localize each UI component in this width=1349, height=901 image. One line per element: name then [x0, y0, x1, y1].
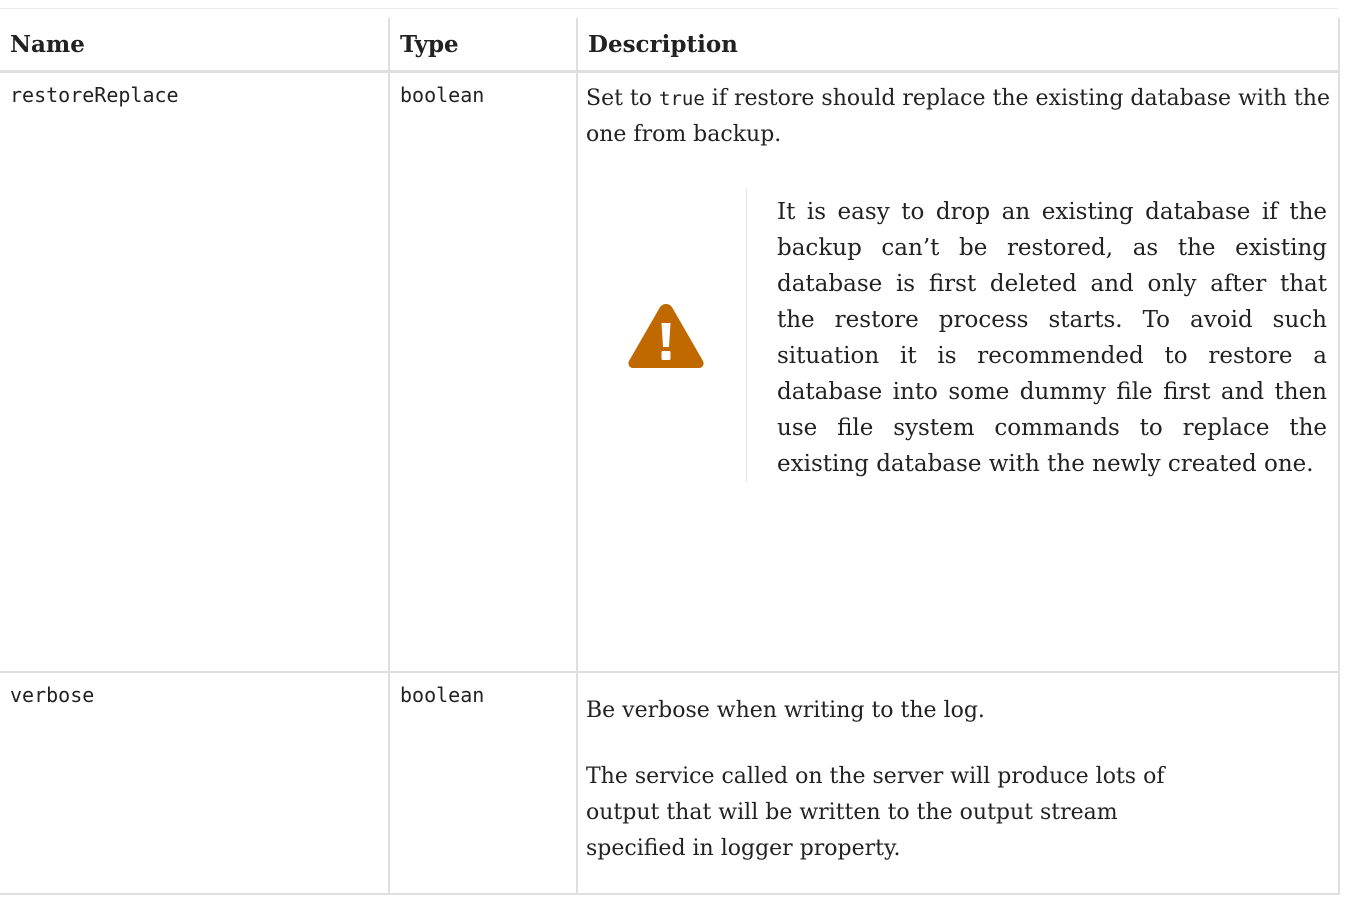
property-type-cell: boolean — [388, 70, 578, 673]
property-name-cell: restoreReplace — [0, 70, 390, 673]
table-row: verbose boolean Be verbose when writing … — [0, 671, 1340, 895]
property-description: Set to true if restore should replace th… — [586, 86, 1330, 147]
table-row: restoreReplace boolean Set to true if re… — [0, 70, 1340, 673]
property-name: restoreReplace — [10, 83, 179, 107]
inline-code: true — [659, 88, 705, 110]
property-description-cell: Be verbose when writing to the log. The … — [576, 671, 1340, 895]
property-name-cell: verbose — [0, 671, 390, 895]
property-name: verbose — [10, 683, 95, 707]
property-type: boolean — [400, 683, 485, 707]
warning-icon — [628, 303, 704, 368]
property-description-detail: The service called on the server will pr… — [586, 764, 1165, 861]
property-description: Be verbose when writing to the log. — [586, 698, 985, 723]
property-type-cell: boolean — [388, 671, 578, 895]
warning-text: It is easy to drop an existing database … — [777, 199, 1327, 477]
warning-icon-column — [586, 189, 747, 482]
top-divider — [0, 8, 1338, 9]
property-type: boolean — [400, 83, 485, 107]
header-description: Description — [576, 18, 1340, 73]
header-name: Name — [0, 18, 390, 73]
table-header-row: Name Type Description — [0, 18, 1340, 73]
header-type: Type — [388, 18, 578, 73]
property-description-cell: Set to true if restore should replace th… — [576, 70, 1340, 673]
properties-table: Name Type Description restoreReplace boo… — [0, 18, 1340, 895]
warning-admonition: It is easy to drop an existing database … — [586, 189, 1330, 482]
